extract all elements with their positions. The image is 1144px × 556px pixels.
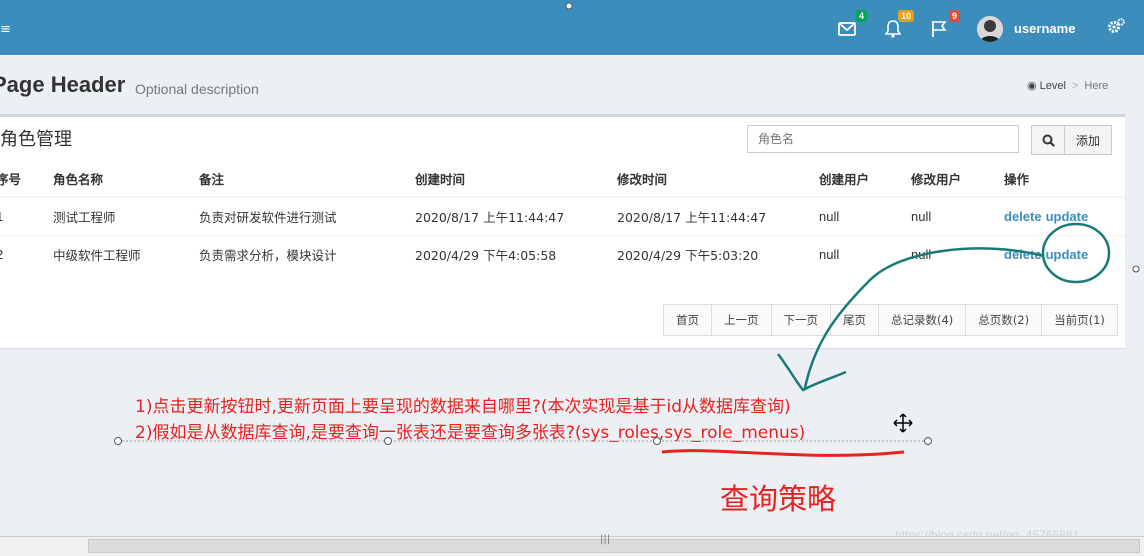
selection-handle (653, 437, 661, 445)
selection-handle (565, 2, 573, 10)
scrollbar-thumb[interactable] (88, 539, 1140, 553)
selection-handle (114, 437, 122, 445)
selection-handle (384, 437, 392, 445)
pen-underline (661, 449, 905, 457)
selection-handle (924, 437, 932, 445)
selection-handle (1132, 265, 1140, 273)
pen-arrow (803, 247, 1045, 389)
horizontal-scrollbar[interactable]: ||| (0, 534, 1144, 556)
move-cursor-icon (893, 413, 913, 433)
scrollbar-grip-icon: ||| (600, 534, 611, 545)
pen-circle (1041, 222, 1111, 284)
pen-arrowhead (776, 353, 847, 392)
hand-drawn-annotations (114, 2, 1140, 457)
